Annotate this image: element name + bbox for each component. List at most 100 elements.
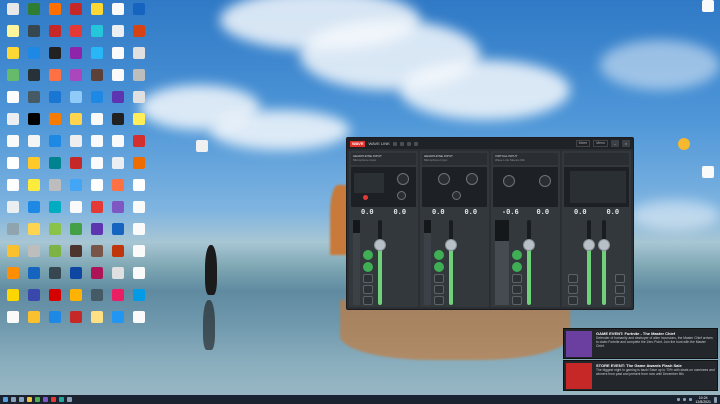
start-icon[interactable] [3, 397, 8, 402]
option-button[interactable] [512, 296, 522, 305]
desktop-icon[interactable] [23, 156, 44, 178]
desktop-icon[interactable] [2, 2, 23, 24]
notification-toast[interactable]: GAME EVENT: Fortnite - The Master Chief … [563, 328, 718, 359]
search-icon[interactable] [11, 397, 16, 402]
volume-icon[interactable] [689, 398, 693, 401]
gain-knob-small[interactable] [452, 191, 461, 200]
fader-handle[interactable] [523, 238, 535, 251]
gain-knob[interactable] [503, 175, 515, 187]
desktop-icon[interactable] [107, 156, 128, 178]
desktop-icon[interactable] [86, 134, 107, 156]
desktop-icon[interactable] [2, 222, 23, 244]
desktop-icon[interactable] [192, 140, 212, 162]
option-button[interactable] [434, 296, 444, 305]
desktop-icon[interactable] [44, 68, 65, 90]
app-icon[interactable] [67, 397, 72, 402]
desktop-icon[interactable] [698, 0, 718, 22]
close-button[interactable]: × [622, 140, 630, 147]
mixer-titlebar[interactable]: WAVE WAVE LINK Mixer Menu – × [347, 138, 633, 149]
option-button[interactable] [363, 285, 373, 294]
minimize-button[interactable]: – [611, 140, 619, 147]
option-button[interactable] [512, 285, 522, 294]
volume-fader[interactable] [445, 220, 457, 305]
desktop-icon[interactable] [107, 222, 128, 244]
desktop-icon[interactable] [128, 112, 149, 134]
desktop-icon[interactable] [2, 112, 23, 134]
gain-knob[interactable] [466, 173, 478, 185]
desktop-icon[interactable] [44, 24, 65, 46]
desktop-icon[interactable] [44, 90, 65, 112]
desktop-icon[interactable] [107, 24, 128, 46]
desktop-icon[interactable] [107, 288, 128, 310]
desktop-icon[interactable] [128, 200, 149, 222]
desktop-icon[interactable] [44, 266, 65, 288]
desktop-icon[interactable] [44, 244, 65, 266]
desktop-icon[interactable] [107, 200, 128, 222]
desktop-icon[interactable] [2, 310, 23, 332]
desktop-icon[interactable] [107, 134, 128, 156]
desktop-icon[interactable] [86, 46, 107, 68]
toolbar-button[interactable] [406, 141, 411, 146]
desktop-icon[interactable] [23, 90, 44, 112]
desktop-icon[interactable] [128, 156, 149, 178]
desktop-icon[interactable] [86, 68, 107, 90]
desktop-icon[interactable] [107, 310, 128, 332]
desktop-icon[interactable] [128, 46, 149, 68]
desktop-icon[interactable] [23, 178, 44, 200]
desktop-icon[interactable] [107, 112, 128, 134]
desktop-icon[interactable] [2, 46, 23, 68]
desktop-icon[interactable] [23, 68, 44, 90]
desktop-icon[interactable] [86, 178, 107, 200]
desktop-icon[interactable] [44, 222, 65, 244]
desktop-icon[interactable] [86, 222, 107, 244]
desktop-icon[interactable] [128, 178, 149, 200]
desktop-icon[interactable] [44, 310, 65, 332]
desktop-icon[interactable] [44, 288, 65, 310]
desktop-icon[interactable] [44, 156, 65, 178]
desktop-icon[interactable] [107, 46, 128, 68]
desktop-icon[interactable] [44, 2, 65, 24]
desktop-icon[interactable] [107, 90, 128, 112]
desktop-icon[interactable] [86, 288, 107, 310]
desktop-icon[interactable] [674, 138, 694, 160]
tray-icon[interactable] [683, 398, 687, 401]
desktop-icon[interactable] [107, 244, 128, 266]
desktop-icon[interactable] [65, 2, 86, 24]
desktop-icon[interactable] [128, 2, 149, 24]
chrome-icon[interactable] [35, 397, 40, 402]
gain-knob[interactable] [539, 175, 551, 187]
stream-toggle[interactable] [512, 262, 522, 272]
desktop-icon[interactable] [128, 310, 149, 332]
monitor-toggle[interactable] [512, 250, 522, 260]
option-button[interactable] [363, 274, 373, 283]
option-button[interactable] [568, 285, 578, 294]
channel-header[interactable] [564, 153, 629, 165]
desktop-icon[interactable] [23, 222, 44, 244]
notification-toast[interactable]: STORE EVENT: The Game Awards Flash Sale … [563, 360, 718, 391]
app-icon[interactable] [51, 397, 56, 402]
desktop-icon[interactable] [23, 310, 44, 332]
fader-handle[interactable] [374, 238, 386, 251]
volume-fader[interactable] [523, 220, 535, 305]
desktop-icon[interactable] [128, 288, 149, 310]
taskbar-clock[interactable]: 10:24 12/8/2021 [695, 396, 711, 404]
desktop-icon[interactable] [86, 156, 107, 178]
monitor-toggle[interactable] [363, 250, 373, 260]
desktop-icon[interactable] [44, 112, 65, 134]
desktop-icon[interactable] [128, 222, 149, 244]
option-button[interactable] [615, 274, 625, 283]
menu-button[interactable]: Menu [593, 140, 608, 147]
desktop-icon[interactable] [23, 200, 44, 222]
desktop-icon[interactable] [65, 134, 86, 156]
desktop-icon[interactable] [44, 134, 65, 156]
desktop-icon[interactable] [65, 178, 86, 200]
desktop-icon[interactable] [23, 2, 44, 24]
desktop-icon[interactable] [86, 24, 107, 46]
stream-toggle[interactable] [434, 262, 444, 272]
desktop-icon[interactable] [128, 24, 149, 46]
option-button[interactable] [434, 285, 444, 294]
file-explorer-icon[interactable] [27, 397, 32, 402]
desktop-icon[interactable] [86, 90, 107, 112]
desktop-icon[interactable] [698, 166, 718, 188]
option-button[interactable] [434, 274, 444, 283]
